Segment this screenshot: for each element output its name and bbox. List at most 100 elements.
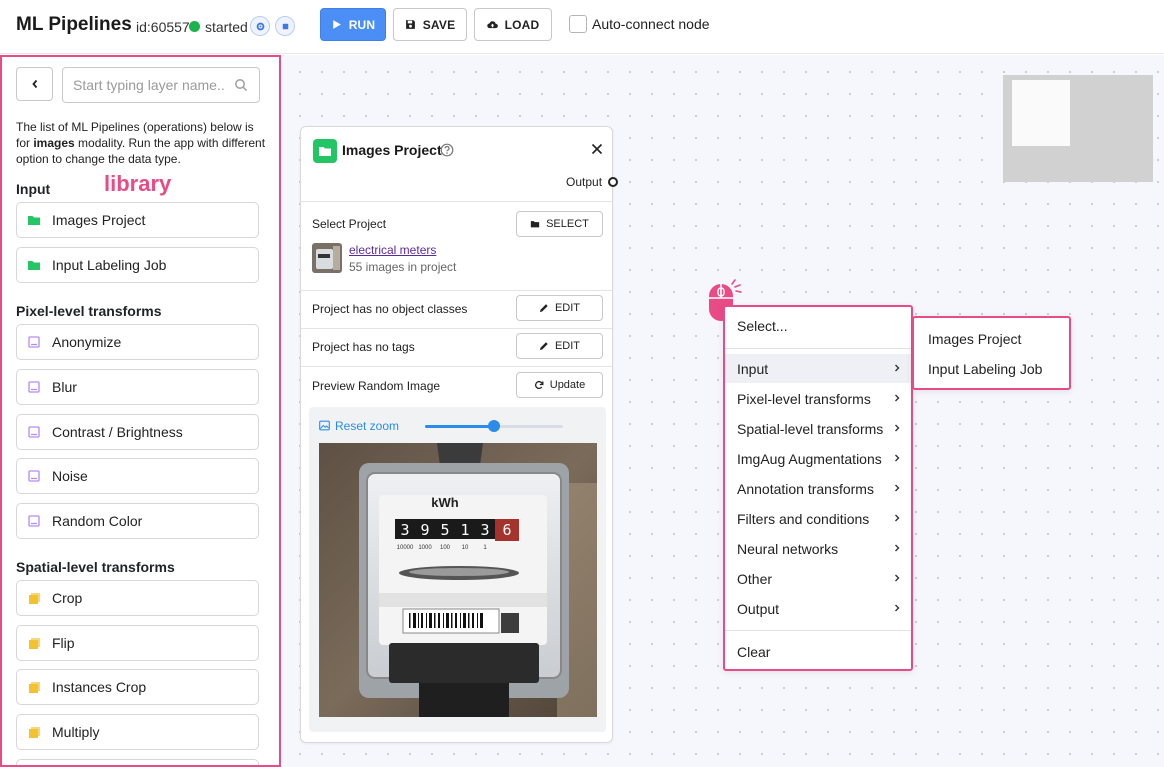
pencil-icon xyxy=(539,304,548,312)
layer-search-input[interactable] xyxy=(62,67,260,103)
chevron-right-icon xyxy=(895,454,900,462)
settings-button[interactable] xyxy=(250,16,270,36)
folder-icon xyxy=(27,258,41,272)
library-item-noise[interactable]: Noise xyxy=(16,458,259,494)
chevron-right-icon xyxy=(895,514,900,522)
section-spatial-level: Spatial-level transforms xyxy=(16,559,175,575)
library-item-label: Blur xyxy=(52,379,77,395)
update-preview-button[interactable]: Update xyxy=(516,372,603,398)
images-project-node[interactable]: Images Project Output Select Project SEL… xyxy=(300,126,618,743)
classes-label: Project has no object classes xyxy=(312,302,468,316)
meter-digit: 1 xyxy=(460,521,469,539)
image-icon xyxy=(27,514,41,528)
input-submenu: Images Project Input Labeling Job xyxy=(912,316,1071,390)
divider xyxy=(301,290,612,291)
library-item-label: Contrast / Brightness xyxy=(52,424,183,440)
library-item-label: Multiply xyxy=(52,724,100,740)
project-image-count: 55 images in project xyxy=(349,260,457,274)
menu-item-spatial-level[interactable]: Spatial-level transforms xyxy=(725,414,911,443)
library-item-multiply[interactable]: Multiply xyxy=(16,714,259,750)
edit-classes-button[interactable]: EDIT xyxy=(516,295,603,321)
submenu-item-input-labeling-job[interactable]: Input Labeling Job xyxy=(914,354,1069,384)
library-item-input-labeling-job[interactable]: Input Labeling Job xyxy=(16,247,259,283)
submenu-item-images-project[interactable]: Images Project xyxy=(914,324,1069,354)
menu-item-label: ImgAug Augmentations xyxy=(737,450,882,467)
chevron-right-icon xyxy=(895,574,900,582)
library-item-crop[interactable]: Crop xyxy=(16,580,259,616)
minimap-viewport[interactable] xyxy=(1012,80,1070,146)
meter-scale-text: 1000 xyxy=(418,545,432,551)
menu-item-neural-networks[interactable]: Neural networks xyxy=(725,534,911,563)
zoom-slider-thumb[interactable] xyxy=(488,420,500,432)
menu-item-label: Other xyxy=(737,570,773,587)
menu-item-pixel-level[interactable]: Pixel-level transforms xyxy=(725,384,911,413)
preview-image[interactable]: kWh 3 9 5 1 3 6 10000 1000 100 10 1 xyxy=(319,443,597,717)
save-button[interactable]: SAVE xyxy=(393,8,467,41)
meter-digit: 6 xyxy=(502,521,511,539)
update-button-label: Update xyxy=(549,379,586,391)
output-port[interactable] xyxy=(608,177,618,187)
image-icon xyxy=(27,425,41,439)
library-item-partial[interactable] xyxy=(16,759,259,765)
section-input: Input xyxy=(16,181,51,197)
divider xyxy=(301,328,612,329)
meter-scale-text: 100 xyxy=(440,545,451,551)
library-item-random-color[interactable]: Random Color xyxy=(16,503,259,539)
library-item-label: Flip xyxy=(52,635,75,651)
help-icon[interactable] xyxy=(440,143,454,157)
cloud-upload-icon xyxy=(486,21,498,29)
select-project-button[interactable]: SELECT xyxy=(516,211,603,237)
run-button[interactable]: RUN xyxy=(320,8,386,41)
chevron-right-icon xyxy=(895,484,900,492)
meter-scale-text: 10 xyxy=(462,545,469,551)
autoconnect-checkbox[interactable] xyxy=(569,15,587,33)
chevron-right-icon xyxy=(895,424,900,432)
layers-icon xyxy=(27,680,41,694)
meter-unit-text: kWh xyxy=(431,495,459,510)
menu-item-filters[interactable]: Filters and conditions xyxy=(725,504,911,533)
menu-item-label: Spatial-level transforms xyxy=(737,420,884,437)
collapse-button[interactable] xyxy=(16,67,53,101)
divider xyxy=(725,348,911,349)
menu-item-annotation[interactable]: Annotation transforms xyxy=(725,474,911,503)
library-sidebar: The list of ML Pipelines (operations) be… xyxy=(0,55,281,767)
project-thumbnail xyxy=(312,243,342,273)
stop-button[interactable] xyxy=(275,16,295,36)
image-icon xyxy=(319,420,330,431)
library-item-contrast-brightness[interactable]: Contrast / Brightness xyxy=(16,414,259,450)
library-item-images-project[interactable]: Images Project xyxy=(16,202,259,238)
library-item-label: Input Labeling Job xyxy=(52,257,167,273)
edit-tags-button[interactable]: EDIT xyxy=(516,333,603,359)
menu-item-other[interactable]: Other xyxy=(725,564,911,593)
menu-item-imgaug[interactable]: ImgAug Augmentations xyxy=(725,444,911,473)
app-id: id:60557 xyxy=(136,19,190,35)
menu-item-label: Filters and conditions xyxy=(737,510,870,527)
autoconnect-label[interactable]: Auto-connect node xyxy=(592,16,710,32)
menu-item-select[interactable]: Select... xyxy=(725,311,911,340)
edit-button-label: EDIT xyxy=(554,302,581,314)
menu-item-output[interactable]: Output xyxy=(725,594,911,623)
context-menu: Select... Input Pixel-level transforms S… xyxy=(723,305,913,671)
menu-item-clear[interactable]: Clear xyxy=(725,637,911,666)
project-link[interactable]: electrical meters xyxy=(349,243,436,257)
library-item-instances-crop[interactable]: Instances Crop xyxy=(16,669,259,705)
save-label: SAVE xyxy=(422,17,456,32)
library-item-flip[interactable]: Flip xyxy=(16,625,259,661)
image-icon xyxy=(27,469,41,483)
search-icon xyxy=(235,79,248,92)
chevron-right-icon xyxy=(895,544,900,552)
image-icon xyxy=(27,380,41,394)
preview-panel: Reset zoom kWh 3 9 5 1 3 6 10000 1000 10… xyxy=(309,407,606,732)
load-button[interactable]: LOAD xyxy=(474,8,552,41)
close-icon[interactable] xyxy=(591,143,603,155)
menu-item-input[interactable]: Input xyxy=(725,354,911,383)
divider xyxy=(301,201,612,202)
library-item-anonymize[interactable]: Anonymize xyxy=(16,324,259,360)
reset-zoom-link[interactable]: Reset zoom xyxy=(335,419,399,433)
pencil-icon xyxy=(539,342,548,350)
meter-digit: 3 xyxy=(480,521,489,539)
library-item-label: Instances Crop xyxy=(52,679,147,695)
meter-digit: 3 xyxy=(400,521,409,539)
select-button-label: SELECT xyxy=(546,218,589,230)
library-item-blur[interactable]: Blur xyxy=(16,369,259,405)
